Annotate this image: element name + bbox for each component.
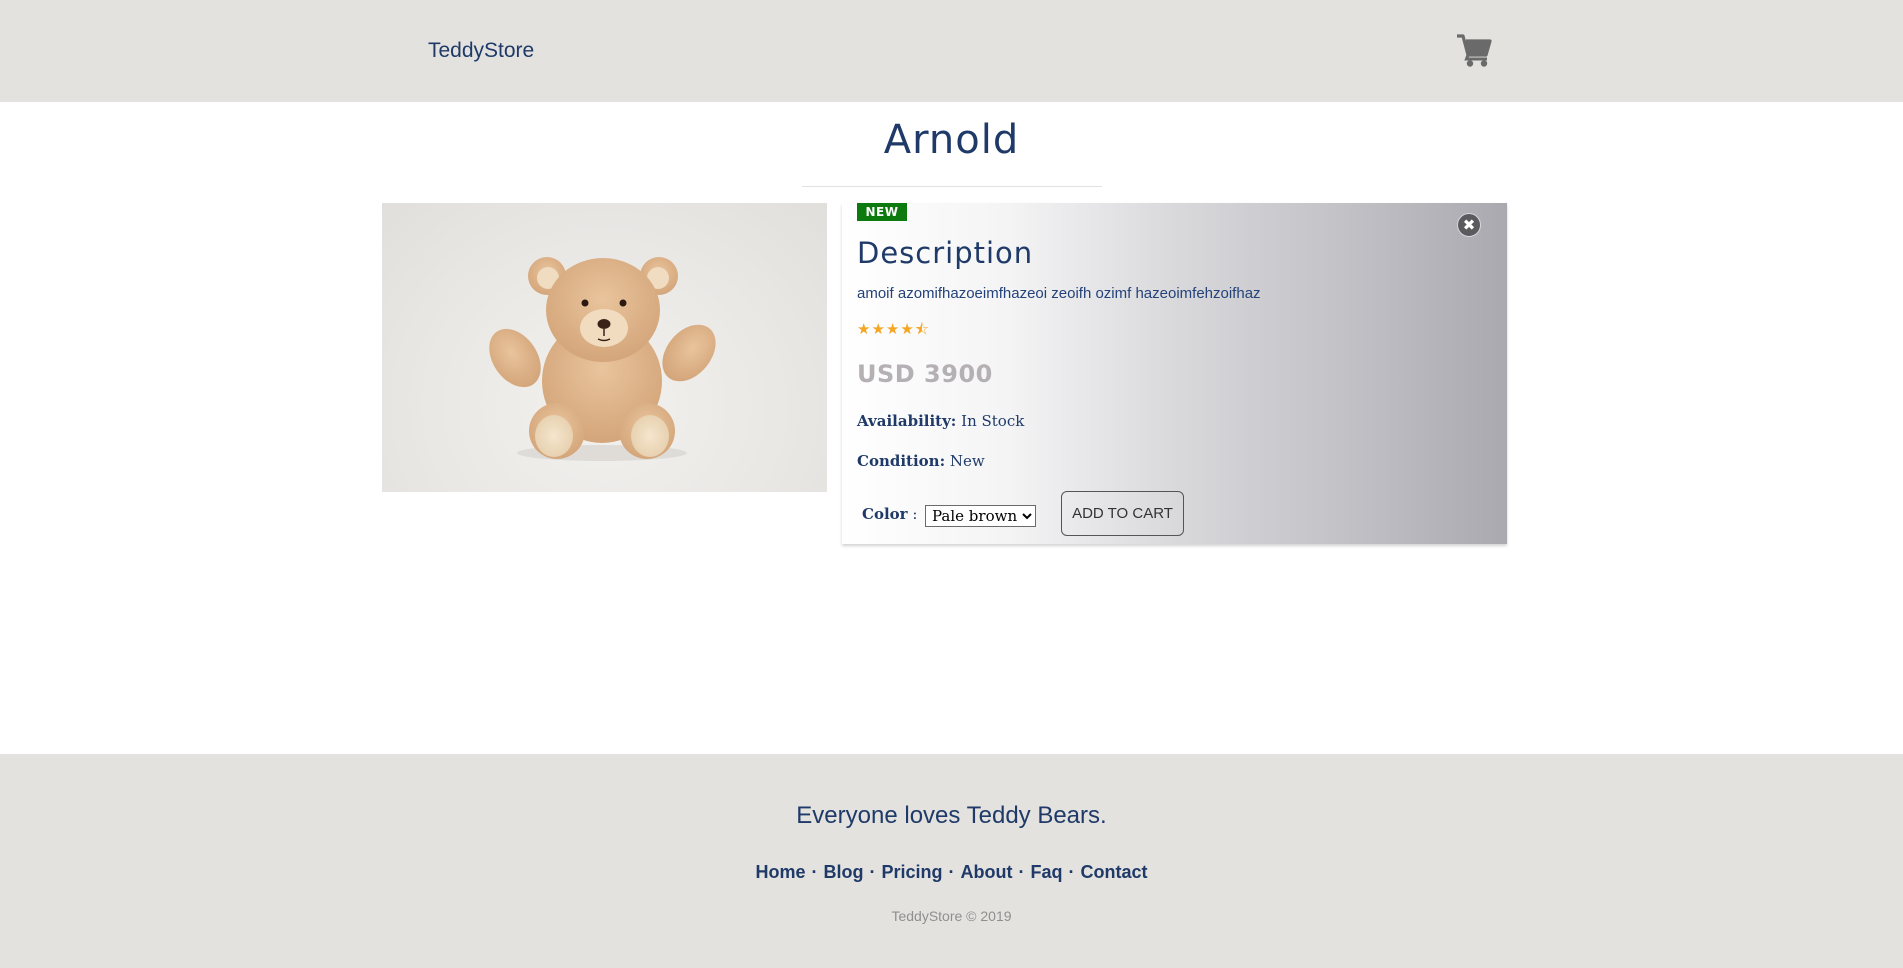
- footer-separator: ·: [948, 862, 955, 882]
- brand-logo-link[interactable]: TeddyStore: [428, 39, 534, 63]
- condition-value: New: [949, 452, 985, 470]
- title-divider: [802, 186, 1102, 187]
- footer-link-home[interactable]: Home: [755, 862, 805, 882]
- availability: Availability: In Stock: [857, 412, 1024, 430]
- color-select[interactable]: Pale brown: [925, 505, 1036, 527]
- description-heading: Description: [857, 236, 1034, 270]
- condition: Condition: New: [857, 452, 985, 470]
- copyright: TeddyStore © 2019: [891, 908, 1012, 924]
- footer-link-contact[interactable]: Contact: [1081, 862, 1148, 882]
- condition-label: Condition:: [857, 452, 946, 470]
- product-price: USD 3900: [857, 360, 993, 388]
- availability-label: Availability:: [857, 412, 957, 430]
- footer-separator: ·: [1068, 862, 1075, 882]
- cart-icon[interactable]: [1455, 32, 1493, 68]
- description-text: amoif azomifhazoeimfhazeoi zeoifh ozimf …: [857, 285, 1261, 302]
- product-details-card: NEW ✖ Description amoif azomifhazoeimfha…: [842, 203, 1507, 544]
- site-footer: Everyone loves Teddy Bears. Home · Blog · Pr…: [0, 754, 1903, 968]
- site-header: TeddyStore: [0, 0, 1903, 102]
- footer-link-pricing[interactable]: Pricing: [882, 862, 943, 882]
- footer-separator: ·: [1018, 862, 1025, 882]
- product-title: Arnold: [883, 117, 1020, 163]
- footer-separator: ·: [811, 862, 818, 882]
- footer-nav: Home · Blog · Pricing · About · Faq · Contact: [0, 862, 1903, 883]
- footer-separator: ·: [869, 862, 876, 882]
- rating-stars: ★★★★⯪: [857, 320, 930, 338]
- product-image: [382, 203, 827, 492]
- footer-link-faq[interactable]: Faq: [1031, 862, 1063, 882]
- footer-tagline: Everyone loves Teddy Bears.: [796, 802, 1107, 829]
- footer-link-about[interactable]: About: [961, 862, 1013, 882]
- availability-value: In Stock: [961, 412, 1025, 430]
- close-icon[interactable]: ✖: [1457, 213, 1481, 237]
- footer-link-blog[interactable]: Blog: [824, 862, 864, 882]
- add-to-cart-button[interactable]: ADD TO CART: [1061, 491, 1184, 536]
- new-badge: NEW: [857, 203, 907, 221]
- color-label: Color :: [862, 505, 918, 523]
